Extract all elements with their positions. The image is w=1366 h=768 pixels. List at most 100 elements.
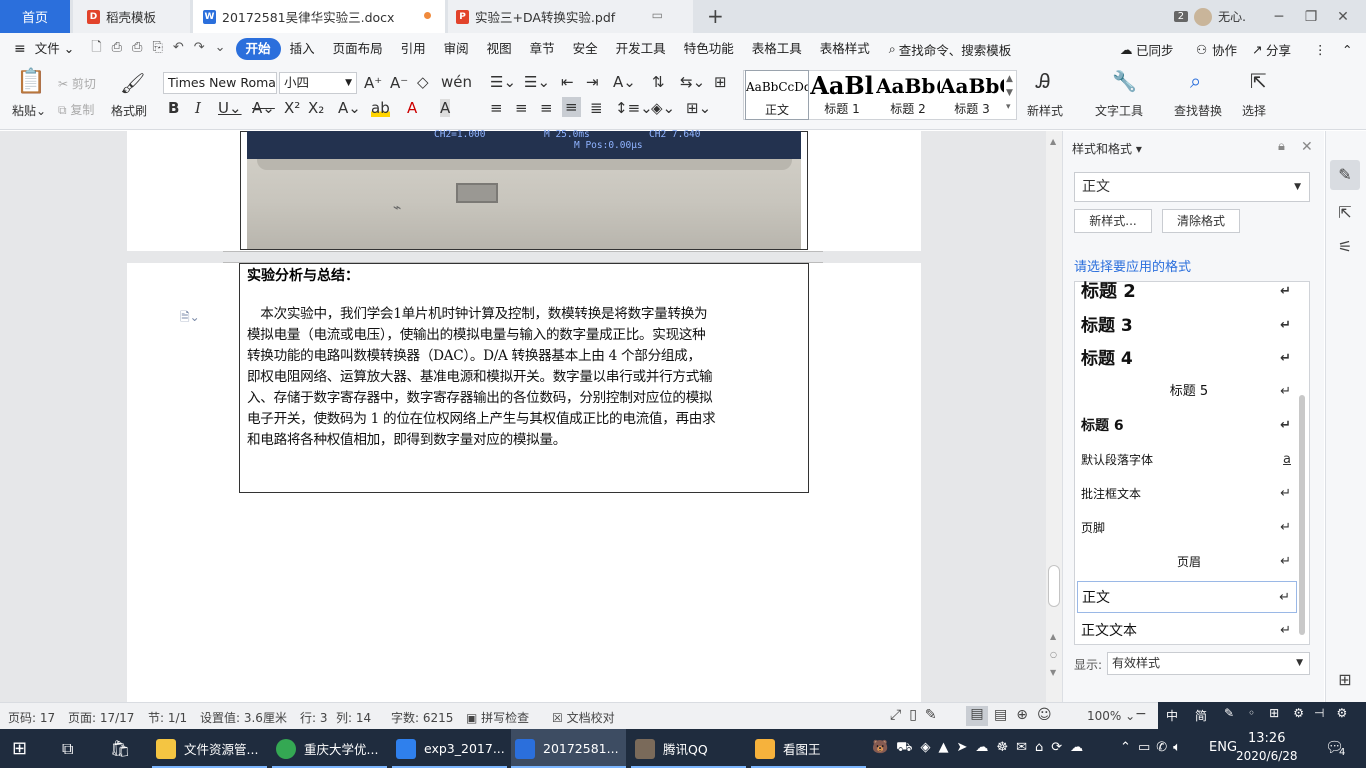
clock-time[interactable]: 13:26 [1248, 731, 1285, 746]
line-spacing-icon[interactable]: ↕≡⌄ [615, 99, 653, 117]
quick-access-icons[interactable]: 🗋⎙⎙⎘↶↷⌄ [91, 38, 235, 60]
align-right-icon[interactable]: ≡ [540, 99, 553, 117]
window-count-badge[interactable]: 2 [1173, 11, 1189, 22]
status-col[interactable]: 列: 14 [336, 709, 371, 726]
avatar[interactable] [1194, 7, 1213, 26]
status-page-number[interactable]: 页码: 17 [8, 709, 55, 726]
text-tools-icon[interactable]: 🔧 [1112, 71, 1137, 91]
subscript-icon[interactable]: X₂ [308, 99, 324, 117]
zoom-out-icon[interactable]: − [1135, 706, 1147, 722]
phonetic-icon[interactable]: wén [441, 73, 472, 91]
style-item-body-text[interactable]: 正文文本 ↵ [1077, 615, 1297, 647]
strikethrough-icon[interactable]: A⌄ [252, 99, 275, 117]
bold-icon[interactable]: B [168, 99, 179, 117]
collapse-ribbon-icon[interactable]: ⌃ [1342, 42, 1352, 57]
indent-icon[interactable]: ⇥ [586, 73, 599, 91]
new-style-icon[interactable]: Ꭿ [1036, 71, 1050, 91]
format-painter-icon[interactable]: 🖌 [120, 73, 145, 93]
start-icon[interactable]: ⊞ [12, 729, 27, 768]
text-direction-icon[interactable]: A⌄ [613, 73, 636, 91]
ime-simplified[interactable]: 简 [1195, 707, 1207, 724]
style-heading2[interactable]: AaBb( 标题 2 [876, 70, 940, 120]
select-button[interactable]: 选择 [1242, 102, 1266, 119]
vertical-scrollbar[interactable]: ▲ ▲ ○ ▼ [1046, 131, 1062, 702]
style-heading3[interactable]: AaBbC 标题 3 [940, 70, 1004, 120]
tab-home[interactable]: 首页 [0, 0, 70, 33]
taskbar-viewer[interactable]: 看图王 [751, 729, 866, 768]
tray-icons[interactable]: 🐻⛟◈▲➤☁☸✉⌂⟳☁ [872, 740, 1091, 757]
tray-system-icons[interactable]: ▭✆🔈︎ [1138, 740, 1187, 755]
tab-templates[interactable]: D 稻壳模板 [73, 0, 190, 33]
font-name-select[interactable]: Times New Roma [163, 72, 277, 94]
copy-button[interactable]: ⧉ 复制 [58, 101, 94, 118]
spell-check-button[interactable]: ▣ 拼写检查 [466, 709, 529, 726]
gallery-scroll-icon[interactable]: ▲ ▼ ▾ [1006, 72, 1013, 114]
style-item-default-font[interactable]: 默认段落字体 a [1077, 444, 1297, 476]
ime-extra-icons[interactable]: ⊣⚙ [1314, 706, 1359, 720]
clear-format-button[interactable]: 清除格式 [1162, 209, 1240, 233]
paragraph-marker-icon[interactable]: 🗎⌄ [180, 308, 200, 329]
underline-icon[interactable]: U⌄ [218, 99, 242, 117]
close-pane-icon[interactable]: ✕ [1301, 139, 1313, 155]
highlight-icon[interactable]: ab [371, 99, 390, 117]
menu-security[interactable]: 安全 [564, 38, 607, 60]
style-item-normal[interactable]: 正文 ↵ [1077, 581, 1297, 613]
outdent-icon[interactable]: ⇤ [561, 73, 574, 91]
superscript-icon[interactable]: X² [284, 99, 300, 117]
style-item-heading5[interactable]: 标题 5 ↵ [1077, 376, 1297, 408]
paste-button[interactable]: 粘贴⌄ [12, 102, 46, 119]
style-item-footer[interactable]: 页脚 ↵ [1077, 512, 1297, 544]
style-item-heading2[interactable]: 标题 2 ↵ [1077, 276, 1297, 308]
username[interactable]: 无心. [1218, 8, 1246, 25]
tab-pdf[interactable]: P 实验三+DA转换实验.pdf ▭ [448, 0, 693, 33]
align-center-icon[interactable]: ≡ [515, 99, 528, 117]
hamburger-icon[interactable]: ≡ [14, 41, 26, 57]
font-color-icon[interactable]: A [407, 99, 417, 117]
scroll-up-icon[interactable]: ▲ [1050, 137, 1056, 146]
grow-font-icon[interactable]: A⁺ [364, 74, 382, 92]
text-effect-icon[interactable]: A⌄ [338, 99, 361, 117]
menu-chapter[interactable]: 章节 [521, 38, 564, 60]
paste-icon[interactable]: 📋 [16, 69, 46, 93]
justify-icon[interactable]: ≡ [562, 97, 581, 117]
style-item-heading6[interactable]: 标题 6 ↵ [1077, 410, 1297, 442]
more-icon[interactable]: ⋮ [1314, 42, 1327, 57]
taskbar-qq[interactable]: 腾讯QQ [631, 729, 746, 768]
search-commands[interactable]: 查找命令、搜索模板 [899, 40, 1012, 59]
collab-button[interactable]: 协作 [1212, 40, 1237, 59]
new-style-button[interactable]: 新样式 [1027, 102, 1063, 119]
menu-table-tools[interactable]: 表格工具 [743, 38, 811, 60]
close-button[interactable]: ✕ [1330, 9, 1356, 25]
store-icon[interactable]: 🛍 [110, 729, 130, 768]
tab-window-icon[interactable]: ▭ [652, 8, 663, 22]
align-left-icon[interactable]: ≡ [490, 99, 503, 117]
menu-start[interactable]: 开始 [235, 38, 281, 60]
sort-icon[interactable]: ⇅ [652, 73, 665, 91]
menu-page-layout[interactable]: 页面布局 [324, 38, 392, 60]
taskbar-wps[interactable]: 20172581... [511, 729, 626, 768]
menu-developer[interactable]: 开发工具 [607, 38, 675, 60]
style-list-scrollbar[interactable] [1299, 395, 1305, 635]
styles-pen-icon[interactable]: ✎ [1330, 160, 1360, 190]
doc-proof-button[interactable]: ☒ 文档校对 [552, 709, 615, 726]
page-view-icon[interactable]: ▤ [966, 706, 988, 726]
shading-icon[interactable]: ◈⌄ [651, 99, 675, 117]
minimize-button[interactable]: ─ [1266, 9, 1292, 25]
clock-date[interactable]: 2020/6/28 [1236, 749, 1298, 763]
lock-icon[interactable]: 🔒︎ [1278, 139, 1285, 154]
table-insert-icon[interactable]: ⊞ [714, 73, 727, 91]
font-size-select[interactable]: 小四 ▼ [279, 72, 357, 94]
status-setting[interactable]: 设置值: 3.6厘米 [200, 709, 287, 726]
scrollbar-thumb[interactable] [1048, 565, 1060, 607]
tab-document[interactable]: W 20172581吴律华实验三.docx [193, 0, 445, 33]
borders-icon[interactable]: ⊞⌄ [686, 99, 711, 117]
cut-button[interactable]: ✂ 剪切 [58, 75, 96, 92]
text-tools-button[interactable]: 文字工具 [1095, 102, 1143, 119]
view-extra-icons[interactable]: ▤⊕☺ [994, 707, 1061, 723]
style-item-header[interactable]: 页眉 ↵ [1077, 546, 1297, 578]
input-language[interactable]: ENG [1209, 740, 1237, 755]
menu-file[interactable]: 文件 ⌄ [26, 38, 83, 60]
current-style-select[interactable]: 正文 ▼ [1074, 172, 1310, 202]
new-tab-button[interactable]: + [707, 4, 724, 28]
tray-overflow-icon[interactable]: ⌃ [1120, 740, 1131, 755]
